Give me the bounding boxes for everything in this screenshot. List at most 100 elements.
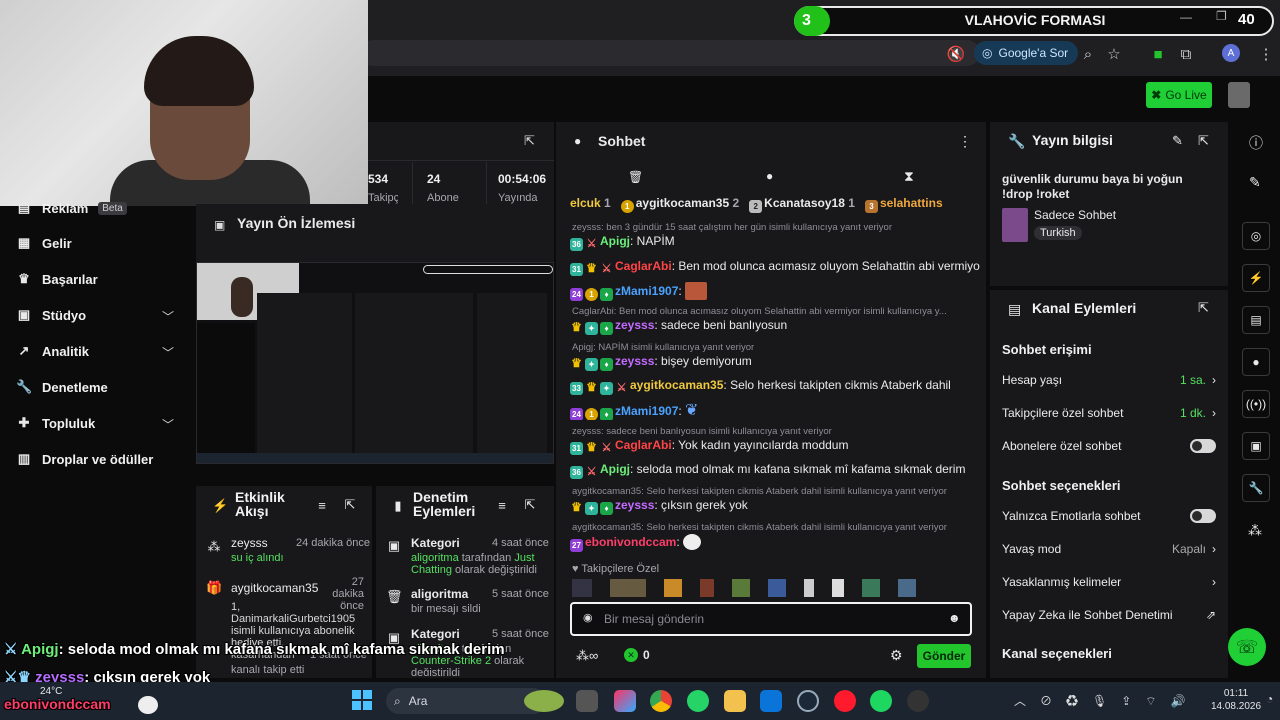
sidebar-item-drops[interactable]: ▥ Droplar ve ödüller [16, 447, 153, 471]
steam-icon[interactable] [797, 690, 819, 712]
followers-only-row[interactable]: Takipçilere özel sohbet 1 dk. › [1002, 406, 1216, 420]
sidebar-item-moderation[interactable]: 🔧 Denetleme [16, 375, 108, 399]
hourglass-icon[interactable]: ⧗ [904, 168, 914, 185]
bolt-icon[interactable]: ⚡ [1242, 264, 1270, 292]
reply-context: CaglarAbi: Ben mod olunca acımasız oluyo… [572, 306, 947, 317]
points-icon[interactable]: ✕ [624, 648, 638, 662]
chat-menu-icon[interactable]: ⋮ [958, 133, 972, 150]
activity-user[interactable]: zeysss [231, 536, 268, 550]
tag-chip[interactable]: Turkish [1034, 226, 1082, 240]
address-bar[interactable] [360, 40, 980, 66]
category-thumbnail[interactable] [1002, 208, 1028, 242]
minimize-icon[interactable]: — [1180, 10, 1192, 24]
kick-extension-icon[interactable]: ■ [1146, 42, 1170, 66]
external-link-icon: ⇗ [1205, 608, 1216, 622]
bookmark-star-icon[interactable]: ☆ [1102, 42, 1126, 66]
taskbar-clock[interactable]: 01:11 14.08.2026 [1210, 687, 1262, 713]
account-age-row[interactable]: Hesap yaşı 1 sa. › [1002, 373, 1216, 387]
obs-icon[interactable] [907, 690, 929, 712]
layout-icon[interactable]: ▣ [1242, 432, 1270, 460]
extensions-icon[interactable]: ⧉ [1174, 42, 1198, 66]
sidebar-item-community[interactable]: ✚ Topluluk [16, 411, 96, 435]
emote-only-row[interactable]: Yalnızca Emotlarla sohbet [1002, 509, 1216, 523]
popout-icon[interactable]: ⇱ [1198, 300, 1209, 316]
users-icon[interactable]: ⁂∞ [576, 648, 598, 664]
popout-icon[interactable]: ⇱ [522, 497, 538, 513]
chat-message[interactable]: 31 ♛ ⚔ CaglarAbi: Ben mod olunca acımasız o… [570, 259, 980, 276]
sidebar-item-ads[interactable]: ▤ Reklam Beta [16, 196, 127, 220]
sidebar-item-revenue[interactable]: ▦ Gelir [16, 231, 72, 255]
emoji-icon[interactable]: ☻ [948, 611, 961, 625]
store-icon[interactable] [760, 690, 782, 712]
subs-only-row[interactable]: Abonelere özel sohbet [1002, 439, 1216, 453]
help-chat-icon[interactable]: ☏ [1228, 628, 1266, 666]
system-tray-icons[interactable]: ︿⊘♻🎙⇪⌔🔊 [1014, 692, 1200, 709]
chevron-down-icon[interactable]: ﹀ [162, 344, 174, 361]
profile-avatar[interactable]: A [1222, 44, 1240, 62]
windows-start-icon[interactable] [352, 690, 372, 710]
zoom-icon[interactable]: ⌕ [1076, 42, 1100, 66]
chat-bubble-icon[interactable]: ● [766, 169, 773, 183]
slow-mode-row[interactable]: Yavaş mod Kapalı › [1002, 542, 1216, 556]
sidebar-item-studio[interactable]: ▣ Stüdyo [16, 303, 86, 327]
edit-pencil-icon[interactable]: ✎ [1249, 174, 1261, 191]
mute-icon[interactable]: 🔇 [944, 42, 968, 66]
chrome-icon[interactable] [650, 690, 672, 712]
user-avatar[interactable] [1228, 82, 1250, 108]
chat-message[interactable]: ♛ ✦ ♦ zeysss: sadece beni banlıyosun [570, 318, 980, 335]
opera-icon[interactable] [834, 690, 856, 712]
sidebar-item-achievements[interactable]: ♛ Başarılar [16, 267, 97, 291]
chevron-down-icon[interactable]: ﹀ [162, 416, 174, 433]
emote-bar[interactable] [572, 579, 972, 597]
popout-icon[interactable]: ⇱ [1198, 133, 1209, 149]
file-explorer-icon[interactable] [724, 690, 746, 712]
chat-bubble-icon[interactable]: ● [1242, 348, 1270, 376]
stream-preview[interactable] [196, 262, 554, 464]
chat-message[interactable]: 36 ⚔ Apigj: seloda mod olmak mı kafana sık… [570, 462, 980, 479]
info-icon[interactable]: ⓘ [1249, 133, 1263, 153]
browser-menu-icon[interactable]: ⋮ [1254, 42, 1278, 66]
popout-icon[interactable]: ⇱ [342, 497, 358, 513]
spotify-icon[interactable] [870, 690, 892, 712]
notes-icon[interactable]: ▤ [1242, 306, 1270, 334]
ai-mod-row[interactable]: Yapay Zeka ile Sohbet Denetimi ⇗ [1002, 608, 1216, 622]
chat-message[interactable]: ♛ ✦ ♦ zeysss: çıksın gerek yok [570, 498, 980, 515]
chat-message[interactable]: 27 ebonivondccam: [570, 534, 980, 554]
chat-message[interactable]: 24 1 ♦ zMami1907: [570, 282, 980, 302]
banned-words-row[interactable]: Yasaklanmış kelimeler › [1002, 575, 1216, 589]
taskbar-search[interactable]: ⌕ Ara [386, 688, 546, 714]
chevron-down-icon[interactable]: ﹀ [162, 308, 174, 325]
send-button[interactable]: Gönder [917, 644, 971, 668]
edit-pencil-icon[interactable]: ✎ [1172, 133, 1183, 149]
bolt-icon: ⚡ [212, 498, 229, 513]
mod-user[interactable]: aligoritma [411, 552, 459, 564]
activity-user[interactable]: aygitkocaman35 [231, 581, 318, 595]
taskview-icon[interactable] [576, 690, 598, 712]
chat-message[interactable]: 36 ⚔ Apigj: NAPİM [570, 234, 980, 251]
chat-message[interactable]: 33 ♛ ✦ ⚔ aygitkocaman35: Selo herkesi takipt… [570, 378, 980, 395]
category-name[interactable]: Sadece Sohbet [1034, 208, 1116, 222]
filter-icon[interactable]: ≡ [314, 498, 330, 514]
ask-google-button[interactable]: ◎ Google'a Sor [974, 41, 1079, 65]
settings-gear-icon[interactable]: ⚙ [890, 647, 903, 664]
mod-action-title[interactable]: aligoritma [411, 587, 468, 601]
restore-icon[interactable]: ❐ [1216, 9, 1227, 23]
community-icon[interactable]: ⁂ [1248, 522, 1262, 539]
widget-icon[interactable] [524, 690, 564, 712]
chat-message[interactable]: 31 ♛ ⚔ CaglarAbi: Yok kadın yayıncılarda mo… [570, 438, 980, 455]
chat-message[interactable]: 24 1 ♦ zMami1907: ❦ [570, 400, 980, 420]
notification-icon[interactable]: ◔ [1266, 692, 1273, 706]
broadcast-icon[interactable]: ((•)) [1242, 390, 1270, 418]
sidebar-item-analytics[interactable]: ↗ Analitik [16, 339, 89, 363]
trash-icon[interactable]: 🗑 [628, 170, 643, 184]
go-live-button[interactable]: ✖ Go Live [1146, 82, 1212, 108]
copilot-icon[interactable] [614, 690, 636, 712]
popout-icon[interactable]: ⇱ [524, 133, 535, 149]
whatsapp-icon[interactable] [687, 690, 709, 712]
camera-icon[interactable]: ◎ [1242, 222, 1270, 250]
chat-message[interactable]: ♛ ✦ ♦ zeysss: bişey demiyorum [570, 354, 980, 371]
subs-only-toggle[interactable] [1190, 439, 1216, 453]
emote-only-toggle[interactable] [1190, 509, 1216, 523]
filter-icon[interactable]: ≡ [494, 498, 510, 514]
wrench-icon[interactable]: 🔧 [1242, 474, 1270, 502]
